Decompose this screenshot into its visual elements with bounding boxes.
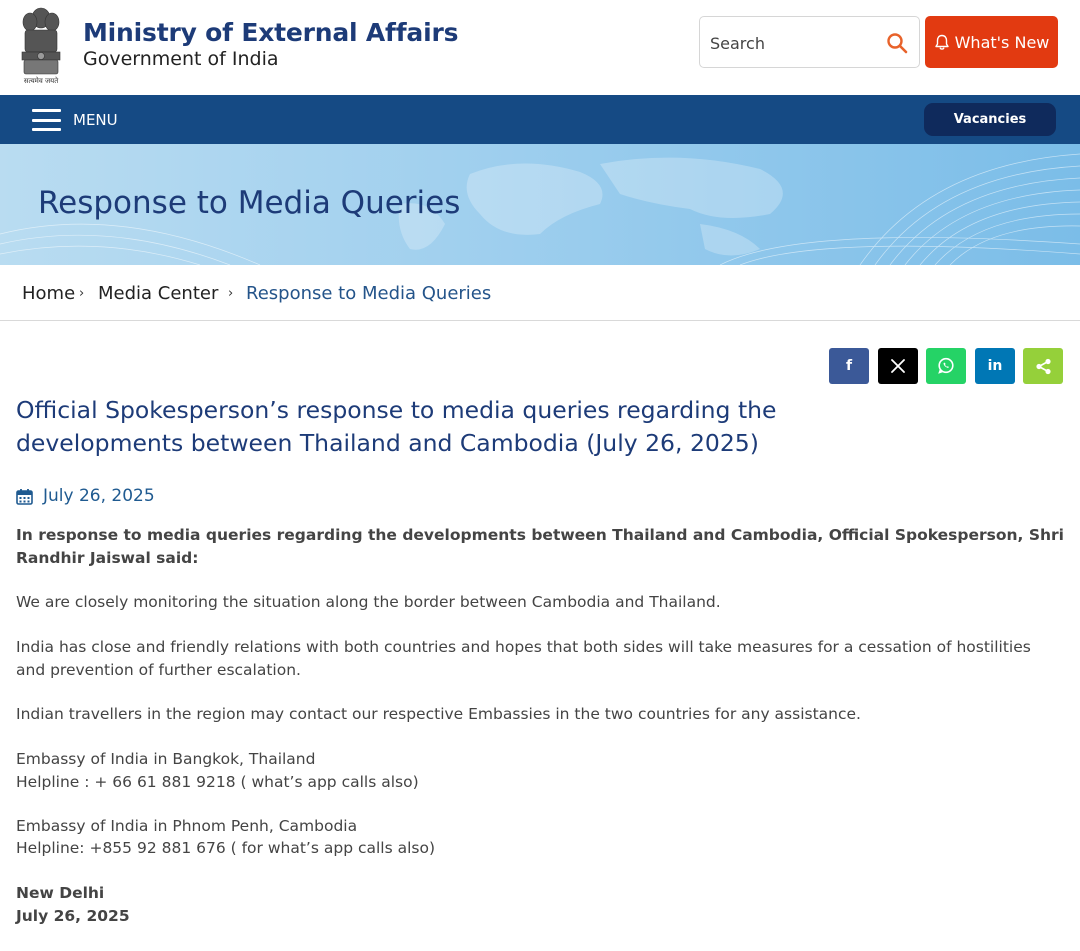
signoff-date: July 26, 2025 [16, 907, 130, 925]
embassy-helpline: Helpline : + 66 61 881 9218 ( what’s app… [16, 773, 419, 791]
x-icon [891, 359, 905, 373]
search-icon[interactable] [886, 32, 908, 54]
share-x-button[interactable] [878, 348, 918, 384]
search-input[interactable] [710, 30, 875, 56]
hamburger-icon [32, 109, 61, 131]
article-date: July 26, 2025 [16, 484, 155, 508]
article-lead: In response to media queries regarding t… [16, 526, 1064, 567]
article-paragraph: We are closely monitoring the situation … [16, 593, 721, 611]
breadcrumb-home-link[interactable]: Home [22, 283, 75, 304]
site-header: सत्यमेव जयते Ministry of External Affair… [0, 0, 1080, 95]
article-title: Official Spokesperson’s response to medi… [16, 396, 777, 457]
breadcrumb-current: Response to Media Queries [246, 283, 492, 304]
linkedin-icon: in [987, 358, 1003, 374]
share-whatsapp-button[interactable] [926, 348, 966, 384]
embassy-name: Embassy of India in Phnom Penh, Cambodia [16, 817, 358, 835]
share-linkedin-button[interactable]: in [975, 348, 1015, 384]
embassy-helpline: Helpline: +855 92 881 676 ( for what’s a… [16, 839, 435, 857]
breadcrumb-media-center-link[interactable]: Media Center [98, 283, 218, 304]
emblem-motto: सत्यमेव जयते [24, 76, 59, 85]
search-box [699, 16, 920, 68]
menu-button[interactable]: MENU [32, 105, 118, 135]
article-date-text: July 26, 2025 [43, 486, 155, 506]
share-more-button[interactable] [1023, 348, 1063, 384]
national-emblem-logo[interactable]: सत्यमेव जयते [14, 4, 68, 86]
whats-new-button[interactable]: What's New [925, 16, 1058, 68]
breadcrumb-separator: › [79, 286, 85, 301]
calendar-icon [16, 488, 33, 505]
menu-label: MENU [73, 111, 118, 129]
page-banner: Response to Media Queries [0, 144, 1080, 265]
article-paragraph: India has close and friendly relations w… [16, 638, 1031, 679]
article-paragraph: Indian travellers in the region may cont… [16, 705, 861, 723]
facebook-icon: f [845, 358, 853, 374]
whats-new-label: What's New [954, 32, 1050, 52]
breadcrumb-separator: › [228, 286, 234, 301]
page-title: Response to Media Queries [38, 185, 461, 221]
breadcrumb: Home › Media Center › Response to Media … [0, 265, 1080, 321]
ministry-title[interactable]: Ministry of External Affairs [83, 18, 458, 47]
vacancies-button[interactable]: Vacancies [924, 103, 1056, 136]
signoff-place: New Delhi [16, 884, 105, 902]
main-navbar: MENU Vacancies [0, 95, 1080, 144]
share-facebook-button[interactable]: f [829, 348, 869, 384]
whatsapp-icon [938, 357, 954, 374]
share-icon [1035, 358, 1051, 374]
bell-icon [934, 34, 949, 50]
embassy-name: Embassy of India in Bangkok, Thailand [16, 750, 316, 768]
government-subtitle: Government of India [83, 48, 279, 70]
